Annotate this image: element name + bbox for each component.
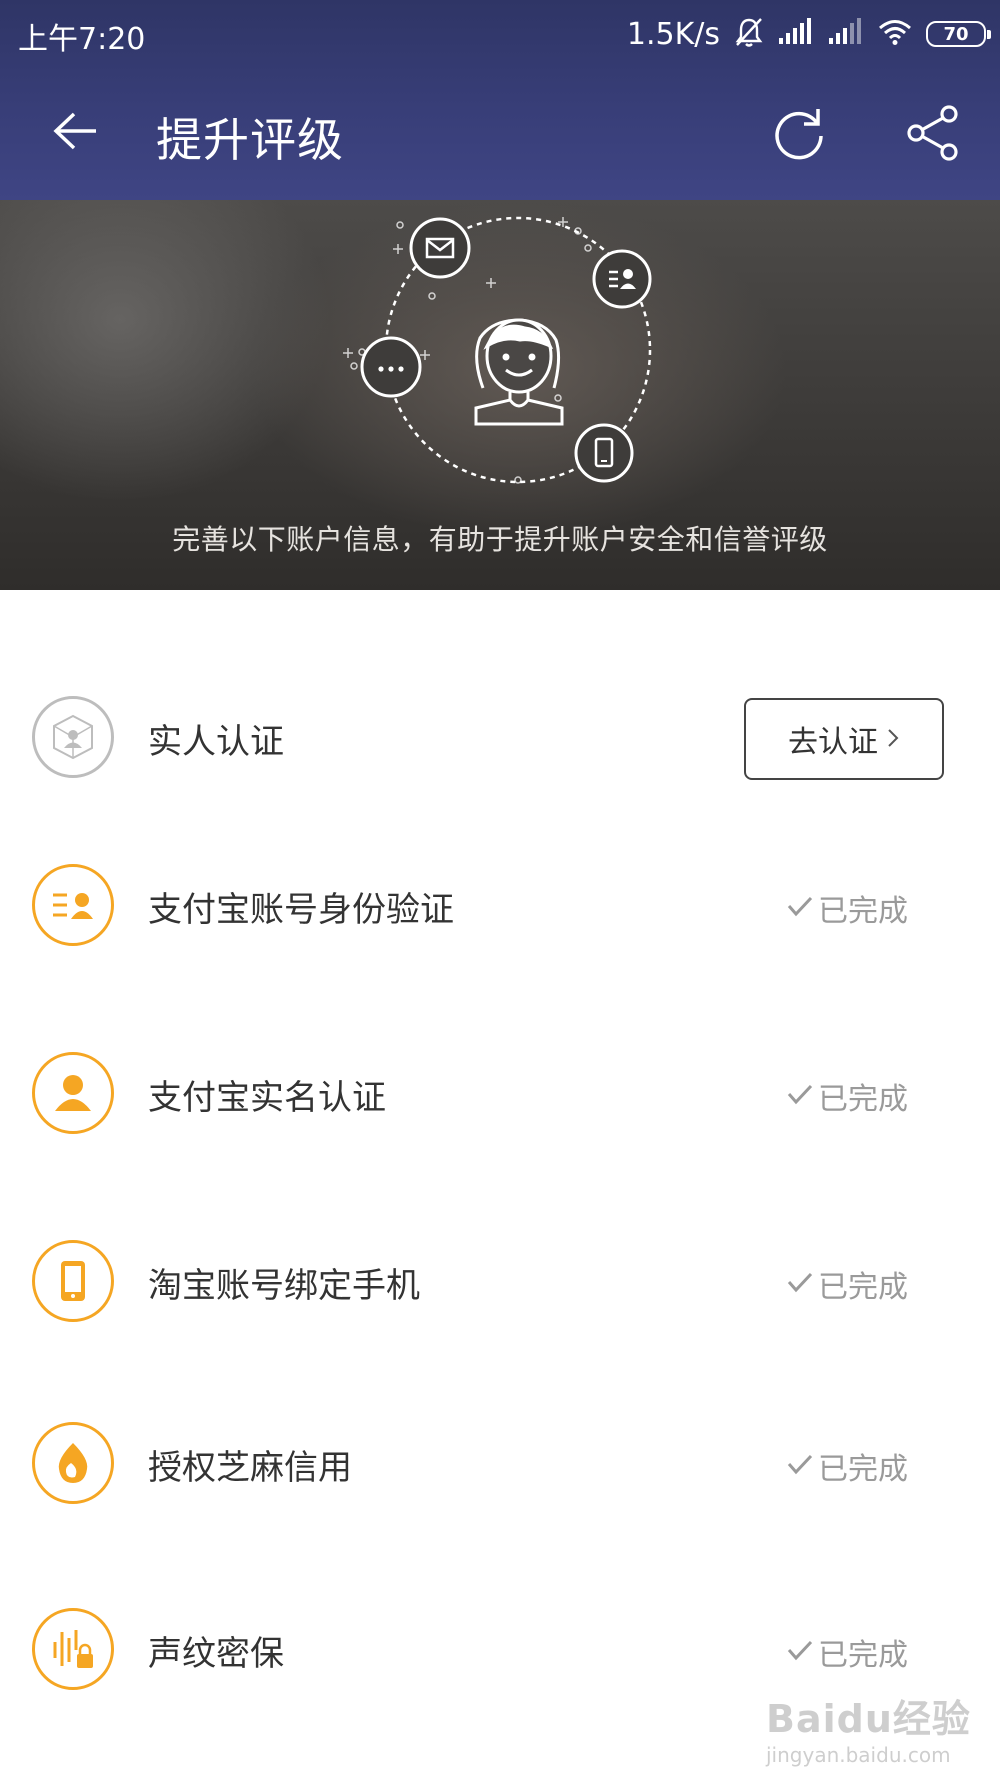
item-label: 声纹密保 (148, 1634, 284, 1674)
item-label: 支付宝账号身份验证 (148, 890, 454, 930)
watermark-main: Baidu经验 (766, 1697, 971, 1741)
signal-icon (778, 18, 814, 50)
app-header: 提升评级 (0, 68, 1000, 200)
person-avatar-icon (474, 318, 564, 426)
item-label: 授权芝麻信用 (148, 1448, 352, 1488)
face-verify-icon (32, 696, 114, 778)
status-text: 已完成 (818, 1452, 908, 1487)
mail-icon (409, 217, 471, 279)
watermark-sub: jingyan.baidu.com (766, 1743, 951, 1767)
watermark: Baidu经验 jingyan.baidu.com (766, 1688, 971, 1767)
status-done: 已完成 (786, 886, 908, 930)
sesame-icon (32, 1422, 114, 1504)
back-button[interactable] (40, 98, 110, 168)
status-done: 已完成 (786, 1630, 908, 1674)
network-speed: 1.5K/s (626, 16, 720, 52)
banner-caption: 完善以下账户信息，有助于提升账户安全和信誉评级 (172, 523, 828, 556)
share-icon (903, 103, 963, 167)
status-text: 已完成 (818, 894, 908, 929)
phone-icon (574, 423, 634, 483)
banner: 完善以下账户信息，有助于提升账户安全和信誉评级 (0, 200, 1000, 590)
top-bar: 上午7:20 1.5K/s 70 提升评级 (0, 0, 1000, 200)
status-text: 已完成 (818, 1638, 908, 1673)
phone-icon (32, 1240, 114, 1322)
status-bar: 上午7:20 1.5K/s 70 (0, 0, 1000, 68)
chevron-right-icon (886, 722, 900, 757)
id-card-icon (592, 249, 652, 309)
back-arrow-icon (52, 111, 98, 155)
refresh-icon (769, 103, 829, 167)
item-label: 支付宝实名认证 (148, 1078, 386, 1118)
battery-icon: 70 (926, 21, 991, 47)
signal-icon-2 (828, 18, 864, 50)
item-label: 淘宝账号绑定手机 (148, 1266, 420, 1306)
status-done: 已完成 (786, 1262, 908, 1306)
status-time: 上午7:20 (18, 22, 146, 57)
refresh-button[interactable] (764, 100, 834, 170)
mute-bell-icon (734, 16, 764, 52)
go-verify-button[interactable]: 去认证 (744, 698, 944, 780)
account-security-illustration (320, 200, 680, 500)
id-card-icon (32, 864, 114, 946)
wifi-icon (878, 18, 912, 50)
message-icon (360, 336, 422, 398)
check-icon (786, 1079, 814, 1114)
check-icon (786, 1635, 814, 1670)
page-title: 提升评级 (156, 113, 344, 167)
list-item-alipay-identity[interactable]: 支付宝账号身份验证 已完成 (0, 844, 1000, 964)
status-text: 已完成 (818, 1270, 908, 1305)
list-item-sesame-credit[interactable]: 授权芝麻信用 已完成 (0, 1402, 1000, 1522)
item-label: 实人认证 (148, 722, 284, 762)
status-done: 已完成 (786, 1074, 908, 1118)
status-done: 已完成 (786, 1444, 908, 1488)
list-item-alipay-realname[interactable]: 支付宝实名认证 已完成 (0, 1032, 1000, 1152)
go-verify-label: 去认证 (788, 725, 878, 760)
list-item-taobao-phone[interactable]: 淘宝账号绑定手机 已完成 (0, 1220, 1000, 1340)
voiceprint-icon (32, 1608, 114, 1690)
status-text: 已完成 (818, 1082, 908, 1117)
status-icons: 1.5K/s 70 (626, 14, 991, 54)
check-icon (786, 1449, 814, 1484)
share-button[interactable] (898, 100, 968, 170)
check-icon (786, 891, 814, 926)
person-icon (32, 1052, 114, 1134)
check-icon (786, 1267, 814, 1302)
